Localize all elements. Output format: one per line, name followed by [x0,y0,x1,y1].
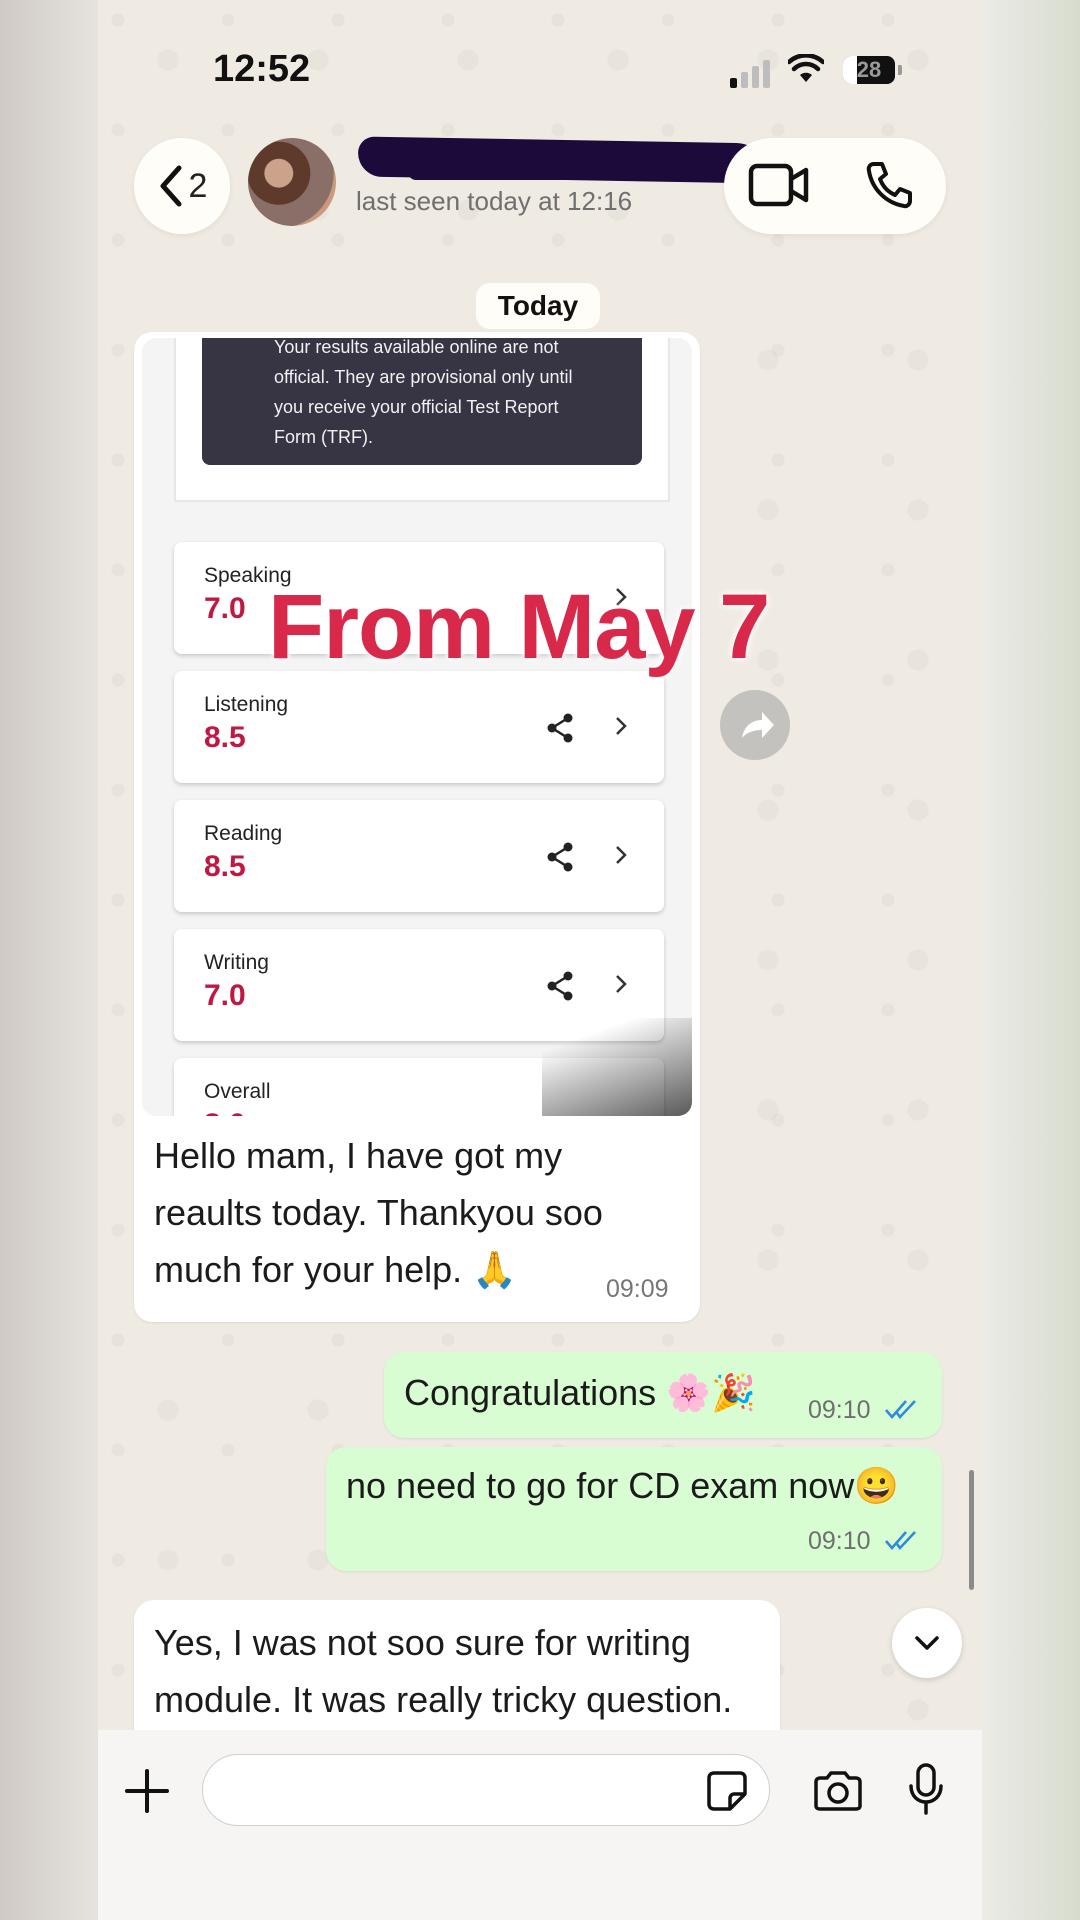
message-timestamp: 09:10 [808,1396,871,1424]
status-time: 12:52 [213,48,311,90]
outgoing-message[interactable]: Congratulations 🌸🎉 09:10 [384,1352,942,1438]
share-icon [547,713,573,743]
score-value: 8.5 [204,850,246,883]
chevron-left-icon [160,165,182,207]
notice-line: Your results available online are not [274,338,559,357]
scroll-to-bottom-button[interactable] [892,1608,962,1678]
left-backdrop [0,0,98,1920]
unread-count: 2 [188,166,208,205]
score-card-reading: Reading 8.5 [174,800,664,912]
video-overlay-caption: From May 7 [268,576,770,678]
chat-header: 2 last seen today at 12:16 [98,130,982,250]
read-receipt-icon [885,1400,916,1420]
back-button[interactable]: 2 [134,138,230,234]
forward-arrow-icon [742,712,774,738]
message-caption: Hello mam, I have got my reaults today. … [154,1135,603,1290]
chevron-right-icon [616,717,627,735]
results-screenshot-image[interactable]: Your results available online are not of… [142,338,692,1116]
wifi-icon [788,54,824,82]
contact-avatar[interactable] [248,138,336,226]
share-icon [547,842,573,872]
notice-line: official. They are provisional only unti… [274,367,573,387]
date-separator: Today [476,283,600,329]
chevron-right-icon [616,975,627,993]
score-value: 8.0 [204,1108,246,1116]
last-seen-status: last seen today at 12:16 [356,186,633,216]
share-icon [547,971,573,1001]
forward-button[interactable] [720,690,790,760]
outgoing-message[interactable]: no need to go for CD exam now😀 09:10 [326,1447,942,1571]
battery-icon: 28 [843,56,895,84]
message-text: Congratulations 🌸🎉 [404,1372,756,1413]
score-label: Listening [204,693,289,716]
camera-icon[interactable] [812,1770,864,1812]
score-label: Writing [204,951,269,974]
provisional-notice: Your results available online are not of… [202,338,642,465]
score-label: Overall [204,1080,271,1103]
notice-line: Form (TRF). [274,427,373,447]
score-label: Reading [204,822,283,845]
cellular-signal-icon [730,60,770,88]
call-actions [724,138,946,234]
incoming-image-message[interactable]: Your results available online are not of… [134,332,700,1322]
name-redaction-scribble-2 [408,164,738,180]
score-card-listening: Listening 8.5 [174,671,664,783]
message-text: Yes, I was not soo sure for writing modu… [154,1622,733,1720]
message-timestamp: 09:09 [606,1275,669,1303]
score-value: 7.0 [204,979,246,1012]
chat-scrollbar[interactable] [969,1470,974,1590]
message-text: no need to go for CD exam now😀 [346,1465,900,1506]
status-bar: 12:52 28 [98,0,982,130]
image-corner-shadow [542,1018,692,1116]
battery-level-text: 28 [856,57,882,82]
microphone-icon[interactable] [906,1762,946,1816]
plus-icon[interactable] [124,1768,170,1814]
battery-tip [898,65,902,75]
message-composer [98,1730,982,1920]
notice-line: you receive your official Test Report [274,397,559,417]
notice-card: Your results available online are not of… [174,338,670,502]
read-receipt-icon [885,1531,916,1551]
sticker-icon[interactable] [706,1770,748,1812]
chevron-right-icon [616,846,627,864]
right-backdrop [982,0,1080,1920]
score-value: 7.0 [204,592,246,625]
chevron-down-icon [915,1636,939,1650]
phone-screen: 12:52 28 2 last seen today at 12:16 Toda… [98,0,982,1920]
message-input[interactable] [202,1754,770,1826]
voice-call-icon[interactable] [864,160,914,210]
message-timestamp: 09:10 [808,1527,871,1555]
score-value: 8.5 [204,721,246,754]
video-call-icon[interactable] [748,162,810,208]
